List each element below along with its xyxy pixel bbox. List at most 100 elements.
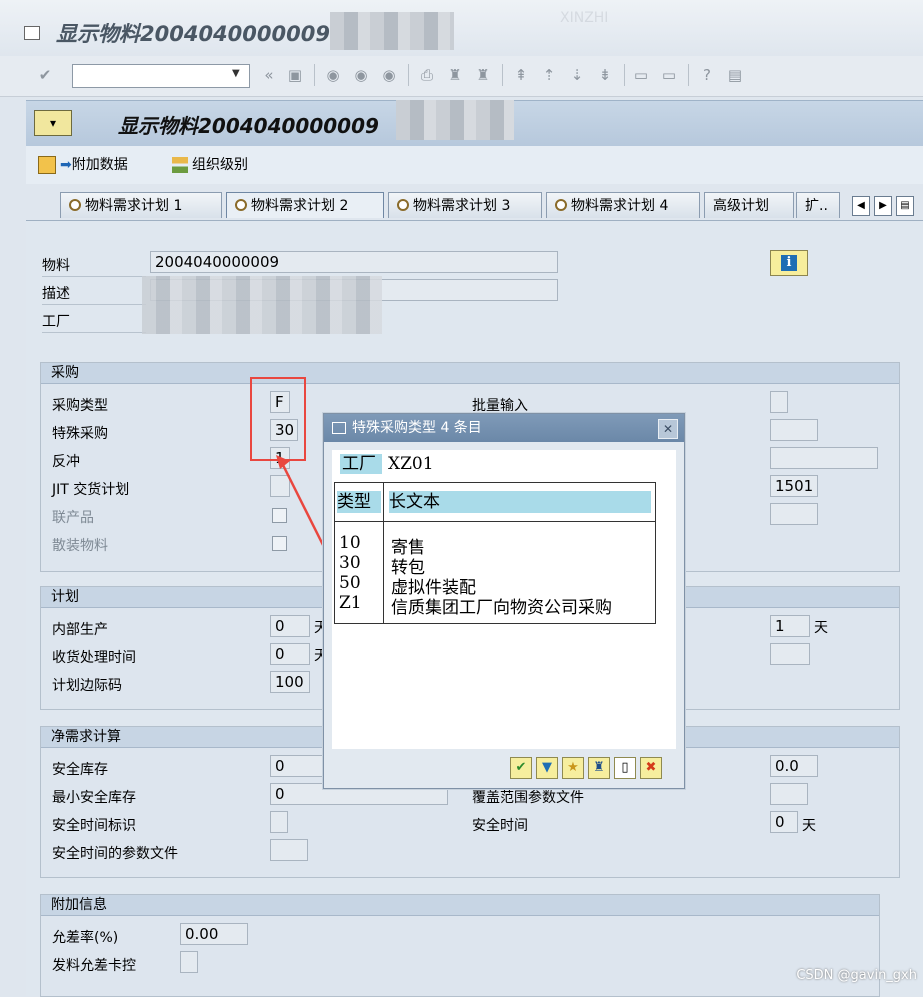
prev-page-icon[interactable]: ⇡ (540, 66, 558, 84)
tab-extended[interactable]: 扩.. (796, 192, 840, 218)
inhouse-production-label: 内部生产 (52, 622, 108, 638)
tab-strip: 物料需求计划 1 物料需求计划 2 物料需求计划 3 物料需求计划 4 高级计划… (26, 192, 923, 220)
tab-status-icon (397, 199, 409, 211)
tab-mrp3[interactable]: 物料需求计划 3 (388, 192, 542, 218)
netreq-right-field[interactable]: 0.0 (770, 755, 818, 777)
safety-time-unit: 天 (802, 818, 816, 834)
list-item-text[interactable]: 信质集团工厂向物资公司采购 (391, 593, 612, 618)
material-field[interactable]: 2004040000009 (150, 251, 558, 273)
special-procurement-label: 特殊采购 (52, 426, 108, 442)
layout-icon[interactable]: ▤ (726, 66, 744, 84)
next-page-icon[interactable]: ⇣ (568, 66, 586, 84)
first-page-icon[interactable]: ⇞ (512, 66, 530, 84)
tolerance-label: 允差率(%) (52, 930, 119, 946)
issue-tolerance-field[interactable] (180, 951, 198, 973)
confirm-icon[interactable]: ✔ (510, 757, 532, 779)
print-icon[interactable]: ⎙ (418, 66, 436, 84)
list-item-type[interactable]: 30 (339, 553, 361, 573)
additional-data-label: 附加数据 (71, 157, 128, 173)
tab-mrp1[interactable]: 物料需求计划 1 (60, 192, 222, 218)
planning-right-field-2[interactable] (770, 643, 810, 665)
additional-data-button[interactable]: ➡附加数据 (38, 154, 128, 174)
bulk-material-label: 散装物料 (52, 538, 108, 554)
material-label: 物料 (42, 258, 70, 274)
list-item-type[interactable]: 10 (339, 533, 361, 553)
menu-icon[interactable]: ▾ (34, 110, 72, 136)
personal-list-icon[interactable]: ★ (562, 757, 584, 779)
sched-margin-field[interactable]: 100 (270, 671, 310, 693)
help-icon[interactable]: ? (698, 66, 716, 84)
coproduct-label: 联产品 (52, 510, 94, 526)
transfer-icon (38, 156, 56, 174)
shortcut-icon[interactable]: ▭ (660, 66, 678, 84)
tab-status-icon (235, 199, 247, 211)
inhouse-production-field[interactable]: 0 (270, 615, 310, 637)
tolerance-field[interactable]: 0.00 (180, 923, 248, 945)
standard-toolbar: ✔ ▼ « ▣ ◉ ◉ ◉ ⎙ ♜ ♜ ⇞ ⇡ ⇣ ⇟ ▭ ▭ ? ▤ (0, 56, 923, 97)
new-session-icon[interactable]: ▭ (632, 66, 650, 84)
filter-icon[interactable]: ▼ (536, 757, 558, 779)
safety-time-profile-field[interactable] (270, 839, 308, 861)
org-hierarchy-icon (172, 157, 188, 173)
org-levels-label: 组织级别 (192, 157, 248, 173)
gr-processing-field[interactable]: 0 (270, 643, 310, 665)
gr-processing-label: 收货处理时间 (52, 650, 136, 666)
proc-right-field-3[interactable] (770, 447, 878, 469)
safety-time-indicator-label: 安全时间标识 (52, 818, 136, 834)
planning-right-field-1[interactable]: 1 (770, 615, 810, 637)
group-title: 附加信息 (41, 895, 879, 916)
planning-right-unit: 天 (814, 620, 828, 636)
tab-scroll-left-icon[interactable]: ◀ (852, 196, 870, 216)
procurement-type-label: 采购类型 (52, 398, 108, 414)
credit-text: CSDN @gavin_gxh (796, 968, 917, 983)
exit-app-icon[interactable]: ◉ (352, 66, 370, 84)
coverage-profile-field[interactable] (770, 783, 808, 805)
tab-mrp2[interactable]: 物料需求计划 2 (226, 192, 384, 218)
tab-advanced-planning[interactable]: 高级计划 (704, 192, 794, 218)
special-procurement-popup: 特殊采购类型 4 条目 ✕ 工厂 XZ01 类型 长文本 10 寄售 30 转包… (323, 413, 685, 789)
safety-time-field[interactable]: 0 (770, 811, 798, 833)
collapse-icon[interactable]: « (260, 66, 278, 84)
jit-label: JIT 交货计划 (52, 482, 130, 498)
redacted-area (396, 100, 514, 140)
cancel-icon[interactable]: ◉ (380, 66, 398, 84)
proc-right-field-4[interactable]: 1501 (770, 475, 818, 497)
proc-right-field-5[interactable] (770, 503, 818, 525)
last-page-icon[interactable]: ⇟ (596, 66, 614, 84)
tab-list-icon[interactable]: ▤ (896, 196, 914, 216)
exit-icon[interactable] (24, 26, 40, 40)
org-levels-button[interactable]: 组织级别 (172, 154, 248, 174)
chevron-down-icon[interactable]: ▼ (232, 68, 240, 79)
tab-scroll-right-icon[interactable]: ▶ (874, 196, 892, 216)
find-icon[interactable]: ♜ (446, 66, 464, 84)
coverage-profile-label: 覆盖范围参数文件 (472, 790, 584, 806)
command-field[interactable] (72, 64, 250, 88)
cancel-icon[interactable]: ✖ (640, 757, 662, 779)
safety-time-indicator-field[interactable] (270, 811, 288, 833)
sched-margin-label: 计划边际码 (52, 678, 122, 694)
batch-entry-field[interactable] (770, 391, 788, 413)
proc-right-field-2[interactable] (770, 419, 818, 441)
enter-icon[interactable]: ✔ (36, 66, 54, 84)
save-icon[interactable]: ▣ (286, 66, 304, 84)
new-entry-icon[interactable]: ▯ (614, 757, 636, 779)
close-icon[interactable]: ✕ (658, 419, 678, 439)
page-title: 显示物料2004040000009 (118, 114, 379, 138)
list-item-type[interactable]: 50 (339, 573, 361, 593)
find-icon[interactable]: ♜ (588, 757, 610, 779)
col-type-header[interactable]: 类型 (337, 491, 381, 513)
back-icon[interactable]: ◉ (324, 66, 342, 84)
popup-table: 类型 长文本 10 寄售 30 转包 50 虚拟件装配 Z1 信质集团工厂向物资… (334, 482, 656, 624)
tab-mrp4[interactable]: 物料需求计划 4 (546, 192, 700, 218)
safety-time-profile-label: 安全时间的参数文件 (52, 846, 178, 862)
plant-label: 工厂 (42, 314, 70, 330)
find-next-icon[interactable]: ♜ (474, 66, 492, 84)
col-text-header[interactable]: 长文本 (389, 491, 651, 513)
group-title: 采购 (41, 363, 899, 384)
popup-plant-label: 工厂 (340, 454, 382, 474)
redacted-area (142, 276, 382, 334)
list-item-type[interactable]: Z1 (339, 593, 362, 613)
popup-title: 特殊采购类型 4 条目 (352, 420, 482, 436)
info-button[interactable]: i (770, 250, 808, 276)
popup-title-bar: 特殊采购类型 4 条目 ✕ (324, 414, 684, 442)
